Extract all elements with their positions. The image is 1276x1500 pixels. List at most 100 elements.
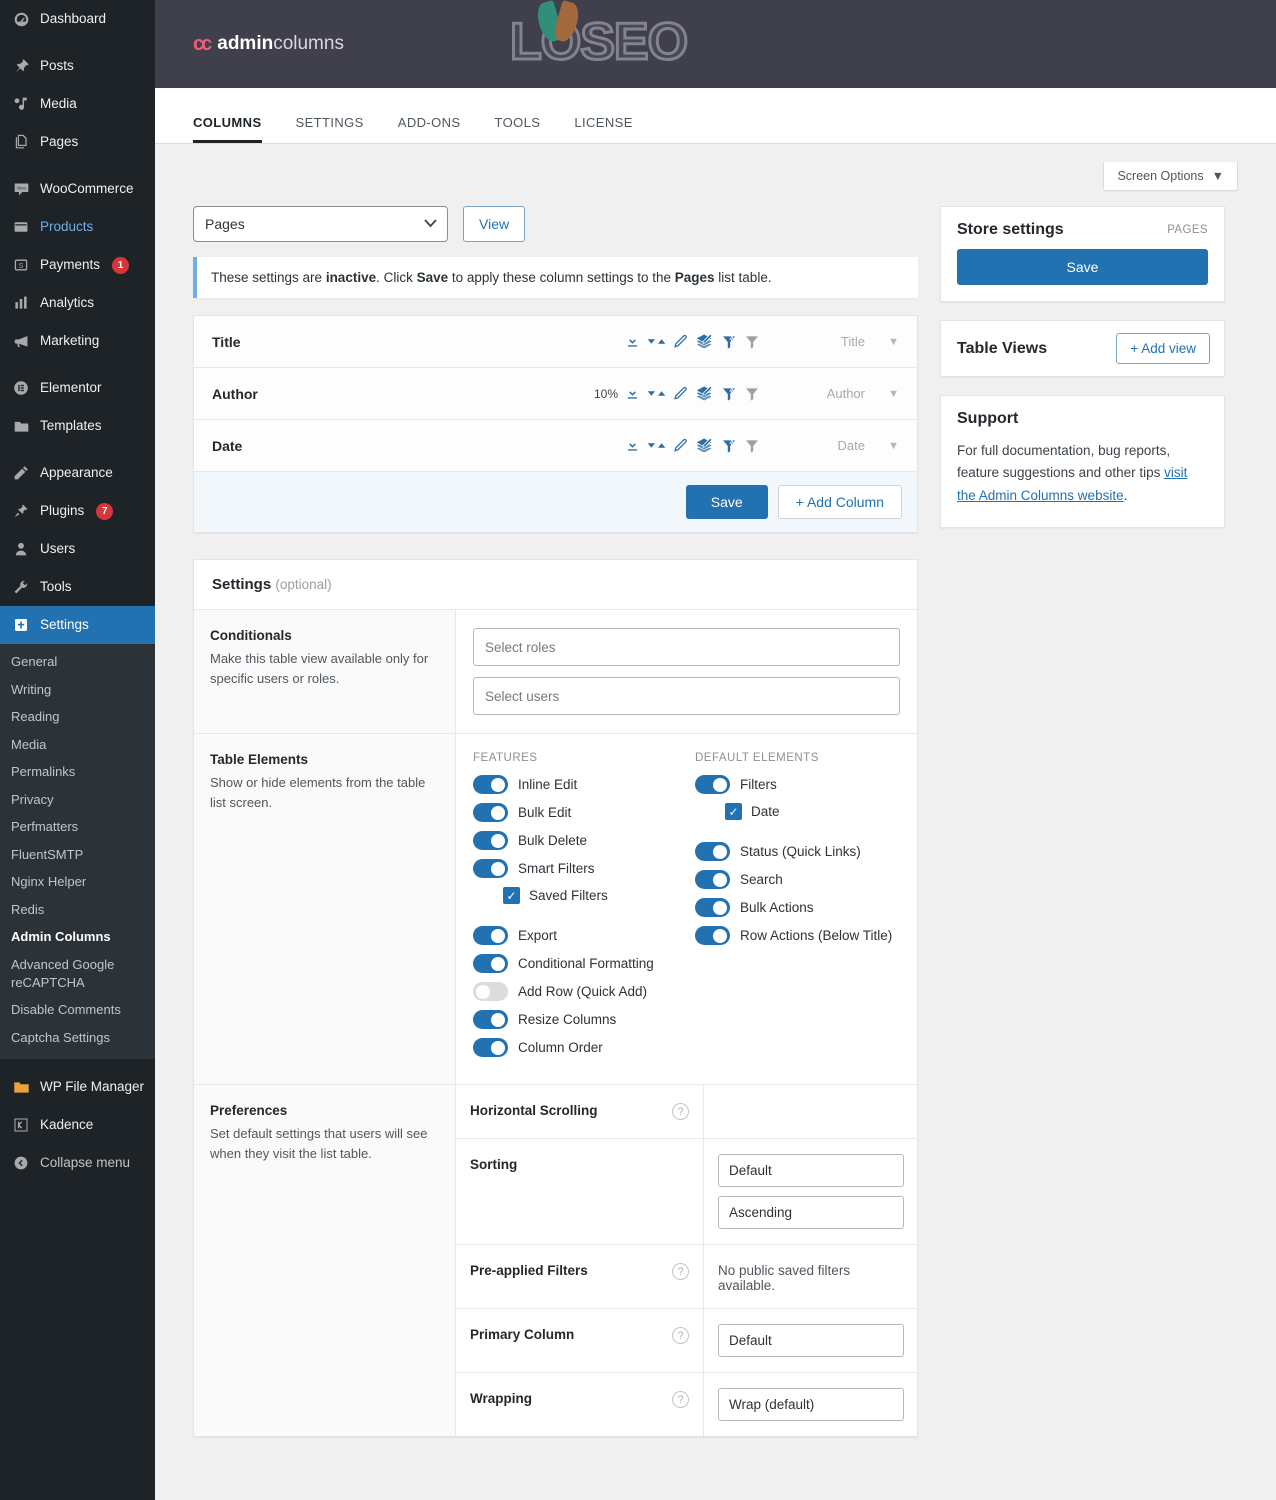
sidebar-item-users[interactable]: Users (0, 530, 155, 568)
sorting-select-1[interactable]: Default (718, 1154, 904, 1187)
sidebar-item-appearance[interactable]: Appearance (0, 454, 155, 492)
select-users-input[interactable]: Select users (473, 677, 900, 715)
sidebar-item-wp-file-manager[interactable]: WP File Manager (0, 1068, 155, 1106)
admin-columns-header: cc admincolumns LO SEO (155, 0, 1276, 88)
export-icon[interactable] (625, 438, 640, 453)
resize-columns-toggle[interactable] (473, 1010, 508, 1029)
filter-icon[interactable] (744, 438, 760, 454)
list-table-select[interactable]: Pages (193, 206, 448, 242)
tab-columns[interactable]: COLUMNS (193, 115, 279, 143)
sidebar-item-pages[interactable]: Pages (0, 123, 155, 161)
column-order-toggle[interactable] (473, 1038, 508, 1057)
sidebar-item-elementor[interactable]: Elementor (0, 369, 155, 407)
sidebar-item-settings[interactable]: Settings (0, 606, 155, 644)
saved-filters-checkbox[interactable]: ✓ (503, 887, 520, 904)
submenu-item-privacy[interactable]: Privacy (0, 786, 155, 814)
view-button[interactable]: View (463, 206, 526, 242)
sort-icon[interactable] (647, 334, 666, 349)
sidebar-item-collapse-menu[interactable]: Collapse menu (0, 1144, 155, 1182)
search-toggle[interactable] (695, 870, 730, 889)
bulk-edit-toggle[interactable] (473, 803, 508, 822)
bulk-edit-icon[interactable] (695, 385, 714, 402)
submenu-item-perfmatters[interactable]: Perfmatters (0, 813, 155, 841)
filter-icon[interactable] (744, 334, 760, 350)
help-icon[interactable]: ? (672, 1263, 689, 1280)
bulk-delete-toggle[interactable] (473, 831, 508, 850)
help-icon[interactable]: ? (672, 1391, 689, 1408)
edit-icon[interactable] (673, 334, 688, 349)
sidebar-item-tools[interactable]: Tools (0, 568, 155, 606)
submenu-item-admin-columns[interactable]: Admin Columns (0, 923, 155, 951)
export-icon[interactable] (625, 334, 640, 349)
add-row-quick-add-toggle[interactable] (473, 982, 508, 1001)
column-row[interactable]: Date Date ▼ (194, 420, 917, 472)
submenu-item-nginx-helper[interactable]: Nginx Helper (0, 868, 155, 896)
inline-edit-toggle[interactable] (473, 775, 508, 794)
bulk-edit-row: Bulk Edit (473, 803, 695, 822)
column-row[interactable]: Author 10% Author ▼ (194, 368, 917, 420)
date-checkbox[interactable]: ✓ (725, 803, 742, 820)
tab-tools[interactable]: TOOLS (478, 115, 558, 143)
chevron-down-icon[interactable]: ▼ (865, 388, 899, 400)
bulk-edit-icon[interactable] (695, 333, 714, 350)
submenu-item-fluentsmtp[interactable]: FluentSMTP (0, 841, 155, 869)
sidebar-item-dashboard[interactable]: Dashboard (0, 0, 155, 38)
primary-column-select[interactable]: Default (718, 1324, 904, 1357)
wrapping-select[interactable]: Wrap (default) (718, 1388, 904, 1421)
smart-filter-icon[interactable] (721, 438, 737, 454)
sidebar-item-media[interactable]: Media (0, 85, 155, 123)
submenu-item-reading[interactable]: Reading (0, 703, 155, 731)
sidebar-item-kadence[interactable]: Kadence (0, 1106, 155, 1144)
sorting-label: Sorting (456, 1139, 704, 1244)
filter-icon[interactable] (744, 386, 760, 402)
chevron-down-icon[interactable]: ▼ (865, 336, 899, 348)
sort-icon[interactable] (647, 386, 666, 401)
bulk-actions-toggle[interactable] (695, 898, 730, 917)
store-settings-save-button[interactable]: Save (957, 249, 1208, 285)
sorting-select-2[interactable]: Ascending (718, 1196, 904, 1229)
submenu-item-media[interactable]: Media (0, 731, 155, 759)
sidebar-item-templates[interactable]: Templates (0, 407, 155, 445)
sidebar-item-products[interactable]: Products (0, 208, 155, 246)
tab-license[interactable]: LICENSE (557, 115, 649, 143)
edit-icon[interactable] (673, 438, 688, 453)
sort-icon[interactable] (647, 438, 666, 453)
smart-filters-toggle[interactable] (473, 859, 508, 878)
submenu-item-writing[interactable]: Writing (0, 676, 155, 704)
sidebar-item-posts[interactable]: Posts (0, 47, 155, 85)
sidebar-item-analytics[interactable]: Analytics (0, 284, 155, 322)
export-icon[interactable] (625, 386, 640, 401)
edit-icon[interactable] (673, 386, 688, 401)
sidebar-item-payments[interactable]: S Payments 1 (0, 246, 155, 284)
help-icon[interactable]: ? (672, 1103, 689, 1120)
tab-add-ons[interactable]: ADD-ONS (381, 115, 478, 143)
tab-settings[interactable]: SETTINGS (279, 115, 381, 143)
export-toggle[interactable] (473, 926, 508, 945)
submenu-item-captcha-settings[interactable]: Captcha Settings (0, 1024, 155, 1052)
bulk-edit-icon[interactable] (695, 437, 714, 454)
select-roles-input[interactable]: Select roles (473, 628, 900, 666)
chevron-down-icon: ▼ (1211, 169, 1224, 183)
help-icon[interactable]: ? (672, 1327, 689, 1344)
add-column-button[interactable]: + Add Column (777, 485, 902, 519)
add-view-button[interactable]: + Add view (1116, 333, 1210, 364)
screen-options-button[interactable]: Screen Options ▼ (1103, 162, 1238, 191)
submenu-item-redis[interactable]: Redis (0, 896, 155, 924)
sidebar-item-woocommerce[interactable]: Woo WooCommerce (0, 170, 155, 208)
submenu-item-advanced-google-recaptcha[interactable]: Advanced Google reCAPTCHA (0, 951, 155, 996)
submenu-item-general[interactable]: General (0, 648, 155, 676)
smart-filter-icon[interactable] (721, 386, 737, 402)
save-columns-button[interactable]: Save (685, 485, 768, 519)
filters-toggle[interactable] (695, 775, 730, 794)
submenu-item-disable-comments[interactable]: Disable Comments (0, 996, 155, 1024)
row-actions-below-title-toggle[interactable] (695, 926, 730, 945)
conditional-formatting-toggle[interactable] (473, 954, 508, 973)
column-row[interactable]: Title Title ▼ (194, 316, 917, 368)
sidebar-item-marketing[interactable]: Marketing (0, 322, 155, 360)
submenu-item-permalinks[interactable]: Permalinks (0, 758, 155, 786)
preferences-label: Preferences Set default settings that us… (194, 1085, 456, 1436)
status-quick-links-toggle[interactable] (695, 842, 730, 861)
sidebar-item-plugins[interactable]: Plugins 7 (0, 492, 155, 530)
chevron-down-icon[interactable]: ▼ (865, 440, 899, 452)
smart-filter-icon[interactable] (721, 334, 737, 350)
